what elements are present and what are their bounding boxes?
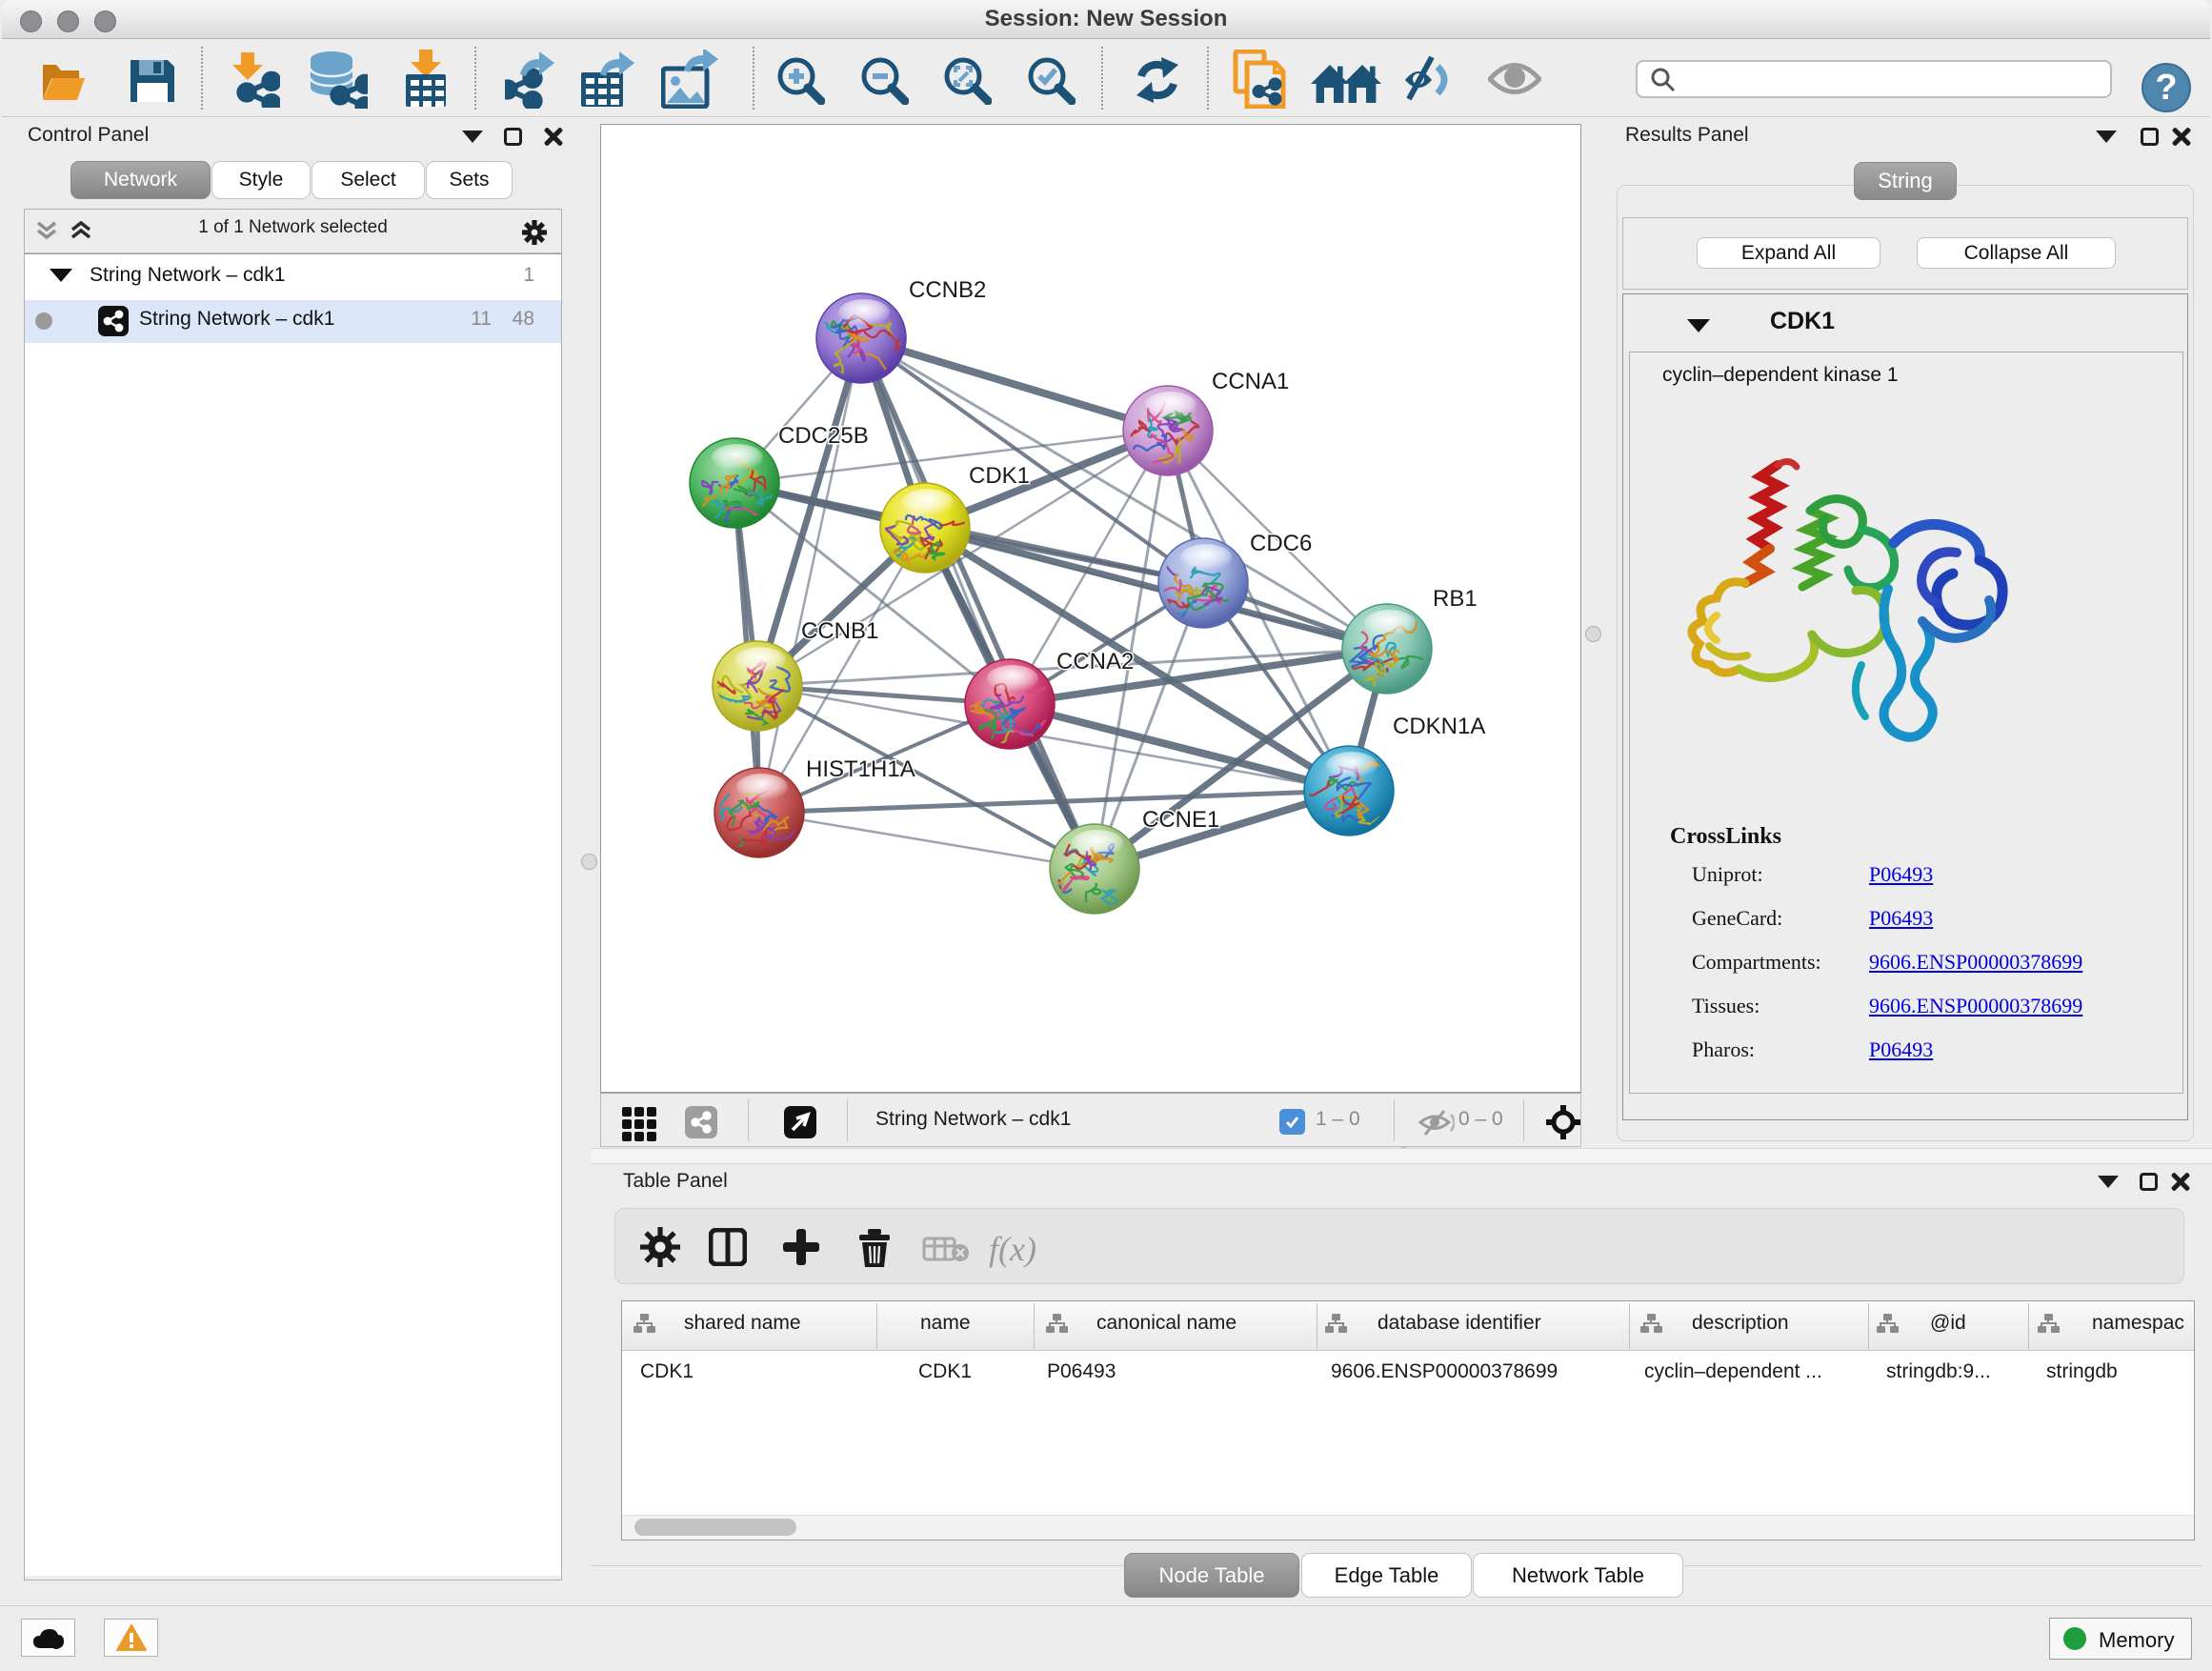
svg-text:RB1: RB1: [1433, 586, 1478, 612]
svg-text:HIST1H1A: HIST1H1A: [806, 756, 915, 782]
svg-text:CDC6: CDC6: [1250, 531, 1312, 556]
svg-text:CCNB1: CCNB1: [801, 618, 878, 644]
svg-text:CDC25B: CDC25B: [778, 423, 869, 449]
svg-text:CCNA1: CCNA1: [1212, 369, 1289, 394]
svg-text:CCNB2: CCNB2: [909, 277, 986, 303]
svg-text:CCNA2: CCNA2: [1056, 649, 1134, 674]
svg-text:CDK1: CDK1: [969, 463, 1030, 489]
svg-text:CDKN1A: CDKN1A: [1393, 714, 1485, 739]
svg-text:CCNE1: CCNE1: [1142, 807, 1219, 833]
